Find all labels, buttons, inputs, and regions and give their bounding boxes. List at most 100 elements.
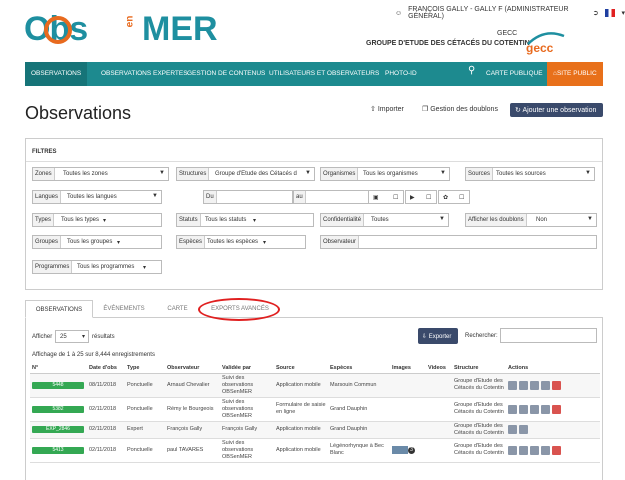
chevron-down-icon[interactable]: ▾ (621, 9, 625, 17)
col-source[interactable]: Source (274, 363, 328, 374)
tab-carte[interactable]: CARTE (155, 300, 200, 318)
programmes-select[interactable]: Programmes Tous les programmes ▾ (32, 260, 162, 274)
search-input[interactable] (500, 328, 597, 343)
user-name[interactable]: FRANÇOIS GALLY - GALLY F (ADMINISTRATEUR… (408, 6, 587, 20)
chevron-down-icon: ▼ (305, 170, 311, 176)
col-videos[interactable]: Videos (426, 363, 452, 374)
date-from-input[interactable]: Du (203, 190, 293, 204)
col-especes[interactable]: Espèces (328, 363, 390, 374)
nav-site-public[interactable]: ⌂ SITE PUBLIC (547, 62, 603, 86)
add-observation-button[interactable]: ↻ Ajouter une observation (510, 103, 603, 117)
doublons-filter-value: Non (536, 217, 548, 223)
structures-label: Structures (177, 168, 210, 180)
edit-icon[interactable] (508, 445, 517, 455)
nav-photo-id[interactable]: PHOTO-ID (385, 70, 417, 77)
delete-icon[interactable] (552, 445, 561, 455)
table-row[interactable]: 5448 08/11/2018 Ponctuelle Arnaud Chevalier… (30, 373, 600, 398)
view-icon[interactable] (519, 445, 528, 455)
filter-images-checkbox[interactable]: ▣ ☐ (368, 190, 404, 204)
observation-id-badge[interactable]: 5382 (32, 405, 84, 413)
mail-icon[interactable] (541, 380, 550, 390)
mail-icon[interactable] (541, 404, 550, 414)
filter-paw-checkbox[interactable]: ✿ ☐ (438, 190, 470, 204)
doublons-label: Gestion des doublons (430, 106, 498, 113)
cell-valid: Suivi des observations OBSenMER (220, 373, 274, 398)
filter-videos-checkbox[interactable]: ▶ ☐ (405, 190, 437, 204)
video-icon: ▶ (410, 195, 415, 201)
forward-icon[interactable] (519, 425, 528, 434)
cell-id: 5382 (30, 397, 87, 422)
confidentialite-select[interactable]: Confidentialité Toutes ▼ (320, 213, 449, 227)
doublons-button[interactable]: ❐ Gestion des doublons (422, 105, 498, 113)
edit-icon[interactable] (508, 404, 517, 414)
cell-obs: Rémy le Bourgeois (165, 397, 220, 422)
col-validee[interactable]: Validée par (220, 363, 274, 374)
cell-video (426, 373, 452, 398)
image-count-badge: 3 (408, 447, 415, 455)
table-row[interactable]: EXP_2846 02/11/2018 Expert François Gally Fr… (30, 421, 600, 439)
forward-icon[interactable] (530, 380, 539, 390)
page-size-select[interactable]: 25 ▾ (55, 330, 89, 343)
french-flag-icon[interactable] (604, 9, 616, 17)
langues-select[interactable]: Langues Toutes les langues ▼ (32, 190, 162, 204)
groupes-value: Tous les groupes (67, 239, 113, 245)
col-images[interactable]: Images (390, 363, 426, 374)
export-button[interactable]: ⇩ Exporter (418, 328, 458, 344)
organismes-select[interactable]: Organismes Tous les organismes ▼ (320, 167, 450, 181)
cell-obs: paul TAVARES (165, 438, 220, 463)
nav-carte-publique[interactable]: CARTE PUBLIQUE (486, 70, 543, 77)
especes-select[interactable]: Espèces Toutes les espèces ▾ (176, 235, 306, 249)
svg-text:gecc: gecc (526, 41, 554, 55)
map-pin-icon[interactable]: ⚲ (468, 65, 475, 76)
observation-id-badge[interactable]: EXP_2846 (32, 426, 84, 433)
sources-value: Toutes les sources (496, 171, 546, 177)
view-icon[interactable] (519, 404, 528, 414)
view-icon[interactable] (508, 425, 517, 434)
results-tabs: OBSERVATIONS ÉVÉNEMENTS CARTE EXPORTS AV… (25, 300, 603, 318)
nav-utilisateurs[interactable]: UTILISATEURS ET OBSERVATEURS (269, 70, 379, 77)
image-thumbnail[interactable] (392, 445, 408, 454)
col-date[interactable]: Date d'obs (87, 363, 125, 374)
image-icon: ▣ (373, 195, 379, 201)
logo-text-mer: MER (142, 10, 218, 48)
import-button[interactable]: ⇧ Importer (370, 105, 404, 113)
view-icon[interactable] (519, 380, 528, 390)
col-observateur[interactable]: Observateur (165, 363, 220, 374)
tab-evenements[interactable]: ÉVÉNEMENTS (93, 300, 155, 318)
observation-id-badge[interactable]: 5448 (32, 381, 84, 389)
chevron-down-icon: ▼ (439, 216, 445, 222)
col-type[interactable]: Type (125, 363, 165, 374)
observation-id-badge[interactable]: 5413 (32, 446, 84, 454)
delete-icon[interactable] (552, 404, 561, 414)
nav-gestion-contenus[interactable]: GESTION DE CONTENUS (187, 70, 265, 77)
nav-observations-expertes[interactable]: OBSERVATIONS EXPERTES (101, 70, 188, 77)
delete-icon[interactable] (552, 380, 561, 390)
caret-down-icon: ▾ (263, 240, 267, 246)
observateur-input[interactable]: Observateur (320, 235, 597, 249)
mail-icon[interactable] (541, 445, 550, 455)
table-row[interactable]: 5382 02/11/2018 Ponctuelle Rémy le Bourgeoi… (30, 397, 600, 422)
col-numero[interactable]: N° (30, 363, 87, 374)
cell-esp: Marsouin Commun (328, 373, 390, 398)
cell-struct: Groupe d'Etude des Cétacés du Cotentin (452, 373, 506, 398)
cell-img (390, 397, 426, 422)
groupes-select[interactable]: Groupes Tous les groupes ▾ (32, 235, 162, 249)
structures-select[interactable]: Structures Groupe d'Etude des Cétacés d … (176, 167, 315, 181)
types-select[interactable]: Types Tous les types ▾ (32, 213, 162, 227)
logout-icon[interactable]: ➲ (593, 9, 599, 17)
table-row[interactable]: 5413 02/11/2018 Ponctuelle paul TAVARES Suiv… (30, 438, 600, 463)
doublons-select[interactable]: Afficher les doublons Non ▼ (465, 213, 597, 227)
edit-icon[interactable] (508, 380, 517, 390)
nav-observations[interactable]: OBSERVATIONS (25, 62, 88, 86)
page-size-value: 25 (60, 334, 67, 340)
tab-observations[interactable]: OBSERVATIONS (25, 300, 93, 318)
col-structure[interactable]: Structure (452, 363, 506, 374)
obsenmer-logo[interactable]: Obs en MER (24, 8, 218, 52)
sources-select[interactable]: Sources Toutes les sources ▼ (465, 167, 595, 181)
cell-type: Ponctuelle (125, 438, 165, 463)
forward-icon[interactable] (530, 404, 539, 414)
organismes-label: Organismes (321, 168, 359, 180)
statuts-select[interactable]: Statuts Tous les statuts ▾ (176, 213, 314, 227)
forward-icon[interactable] (530, 445, 539, 455)
zones-select[interactable]: Zones Toutes les zones ▼ (32, 167, 169, 181)
